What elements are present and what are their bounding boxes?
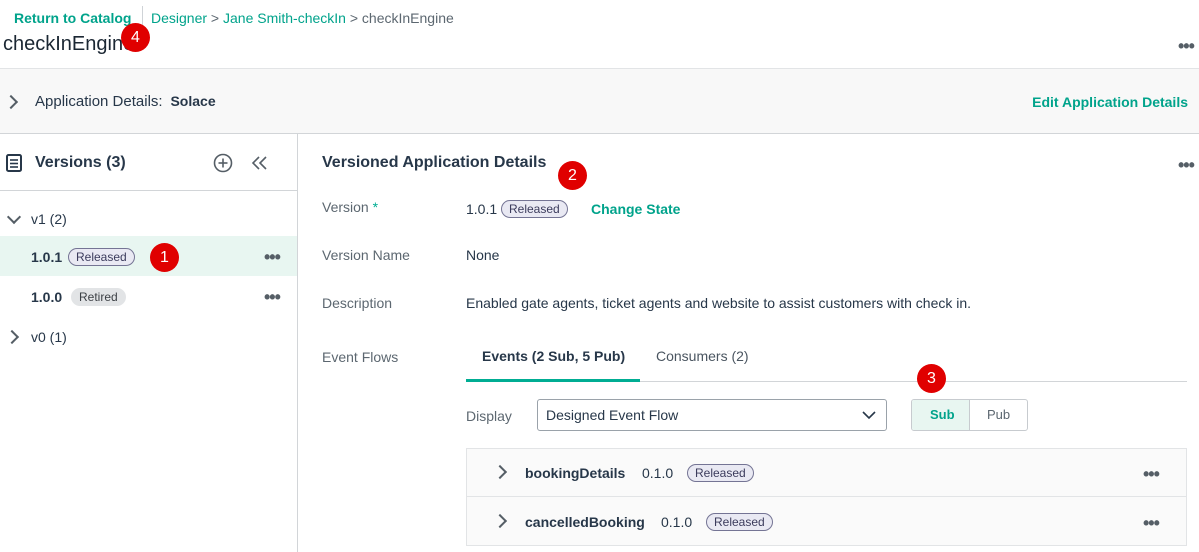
status-badge: Released [706,513,773,531]
breadcrumb-app-link[interactable]: Jane Smith-checkIn [223,10,346,26]
display-label: Display [466,408,512,424]
annotation-marker-1: 1 [150,243,179,272]
collapse-panel-icon[interactable] [251,155,269,171]
display-select[interactable]: Designed Event Flow [537,399,887,431]
description-value: Enabled gate agents, ticket agents and w… [466,295,972,311]
status-badge: Released [501,200,568,218]
chevron-right-icon[interactable] [492,513,508,529]
versions-header: Versions (3) [0,134,297,191]
version-number: 1.0.0 [31,289,63,305]
sub-pub-toggle: Sub Pub [911,399,1028,431]
change-state-button[interactable]: Change State [591,201,680,217]
chevron-right-icon[interactable] [4,329,20,345]
event-row[interactable]: cancelledBooking 0.1.0 Released ••• [467,497,1186,545]
application-details-bar: Application Details: Solace Edit Applica… [0,68,1199,134]
event-name: cancelledBooking [525,514,645,530]
event-list: bookingDetails 0.1.0 Released ••• cancel… [466,448,1187,546]
breadcrumb-designer-link[interactable]: Designer [151,10,207,26]
toggle-sub-label: Sub [930,407,955,422]
version-name-label: Version Name [322,247,410,263]
breadcrumb-trail: Designer > Jane Smith-checkIn > checkInE… [151,10,454,26]
annotation-marker-2: 2 [558,161,587,190]
annotation-marker-4: 4 [121,23,150,52]
application-details-summary: Application Details: Solace [35,93,216,110]
page-more-icon[interactable]: ••• [1178,37,1195,55]
annotation-marker-3: 3 [917,364,946,393]
status-badge: Retired [71,288,126,306]
version-more-icon[interactable]: ••• [264,288,281,306]
version-row-selected[interactable]: 1.0.1 Released ••• [0,236,297,276]
version-label: Version * [322,199,378,215]
version-number: 1.0.1 [31,249,63,265]
chevron-right-icon[interactable] [492,464,508,480]
event-version: 0.1.0 [661,514,693,530]
breadcrumb-current: checkInEngine [361,10,454,26]
status-badge: Released [68,248,135,266]
application-details-value: Solace [170,93,216,109]
tab-events-underline [466,379,640,382]
document-list-icon [6,154,22,172]
version-group-v0[interactable]: v0 (1) [31,329,67,345]
version-more-icon[interactable]: ••• [264,248,281,266]
application-details-label: Application Details: [35,93,163,110]
edit-application-details-link[interactable]: Edit Application Details [1032,94,1188,110]
chevron-down-icon[interactable] [6,209,22,225]
display-select-value: Designed Event Flow [546,407,679,423]
event-flow-tabs: Events (2 Sub, 5 Pub) Consumers (2) [466,336,1187,382]
page-title: checkInEngine [3,33,135,55]
versions-title: Versions (3) [35,154,126,171]
event-more-icon[interactable]: ••• [1143,465,1160,483]
breadcrumb-separator: > [349,10,359,26]
version-name-value: None [466,247,500,263]
add-version-icon[interactable] [213,153,233,173]
toggle-sub-button[interactable]: Sub [912,400,970,430]
return-to-catalog-link[interactable]: Return to Catalog [14,10,131,26]
event-flows-label: Event Flows [322,349,399,365]
version-group-v1[interactable]: v1 (2) [31,211,67,227]
versions-panel: Versions (3) v1 (2) 1.0.1 Released ••• 1… [0,134,298,552]
toggle-pub-label: Pub [987,407,1011,422]
description-label: Description [322,295,393,311]
toggle-pub-button[interactable]: Pub [970,400,1027,430]
chevron-down-icon [862,411,876,420]
tab-consumers[interactable]: Consumers (2) [656,348,749,364]
version-label-text: Version [322,199,369,215]
event-row[interactable]: bookingDetails 0.1.0 Released ••• [467,449,1186,497]
tab-events[interactable]: Events (2 Sub, 5 Pub) [482,348,625,364]
event-name: bookingDetails [525,465,626,481]
event-more-icon[interactable]: ••• [1143,514,1160,532]
breadcrumb-separator: > [210,10,220,26]
chevron-right-icon[interactable] [3,94,19,110]
status-badge: Released [687,464,754,482]
details-title: Versioned Application Details [322,154,547,171]
version-row[interactable]: 1.0.0 Retired ••• [0,276,297,316]
breadcrumb: Return to Catalog [14,10,131,26]
event-version: 0.1.0 [642,465,674,481]
version-value: 1.0.1 [466,201,498,217]
details-more-icon[interactable]: ••• [1178,156,1195,174]
required-mark: * [372,199,379,215]
